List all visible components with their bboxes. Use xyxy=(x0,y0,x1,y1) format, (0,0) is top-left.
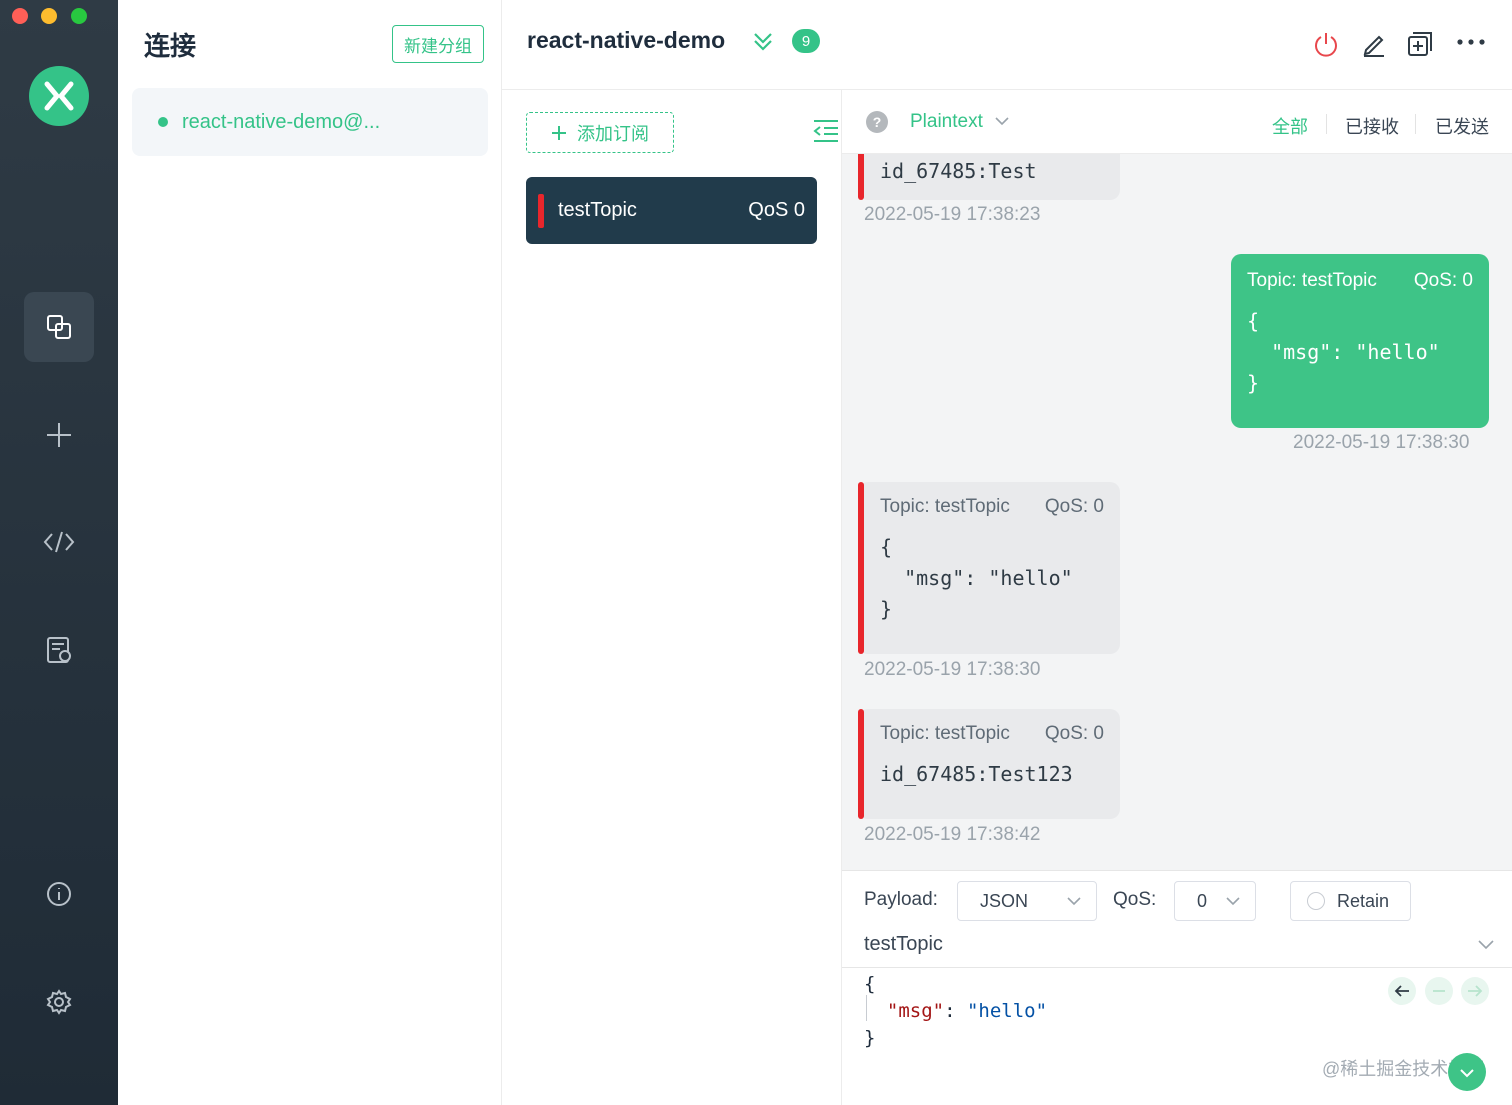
filter-received-tab[interactable]: 已接收 xyxy=(1345,113,1399,139)
message-topic: Topic: testTopic xyxy=(880,723,1010,744)
add-subscription-label: 添加订阅 xyxy=(577,123,649,144)
message-qos: QoS: 0 xyxy=(1044,496,1104,517)
arrow-right-icon xyxy=(1468,985,1483,997)
editor-key: "msg" xyxy=(886,1000,945,1022)
connection-item[interactable]: react-native-demo@... xyxy=(132,88,488,156)
log-icon xyxy=(47,637,71,663)
sidebar-item-connections[interactable] xyxy=(24,292,94,362)
arrow-left-icon xyxy=(1394,985,1409,997)
minus-icon xyxy=(1433,990,1445,992)
connection-title: react-native-demo xyxy=(527,27,726,53)
qos-value: 0 xyxy=(1197,890,1208,911)
history-forward-button[interactable] xyxy=(1461,977,1489,1005)
window-maximize-button[interactable] xyxy=(71,8,87,24)
unread-badge: 9 xyxy=(792,29,820,53)
messages-panel: id_67485:Test 2022-05-19 17:38:23 Topic:… xyxy=(842,90,1512,870)
divider xyxy=(1415,114,1416,134)
mqttx-logo-icon xyxy=(29,66,89,126)
divider xyxy=(842,967,1512,968)
payload-editor[interactable]: { "msg": "hello" } xyxy=(864,971,1047,1052)
sidebar-item-about[interactable] xyxy=(24,859,94,929)
collapse-panel-icon[interactable] xyxy=(812,118,840,144)
message-received: Topic: testTopic QoS: 0 { "msg": "hello"… xyxy=(858,482,1120,654)
message-payload: id_67485:Test123 xyxy=(880,762,1073,786)
page-title: 连接 xyxy=(144,31,197,61)
app-sidebar xyxy=(0,0,118,1105)
subscriptions-panel: 添加订阅 testTopic QoS 0 xyxy=(502,90,842,1105)
message-qos: QoS: 0 xyxy=(1044,723,1104,744)
editor-value: "hello" xyxy=(966,1000,1048,1022)
history-clear-button[interactable] xyxy=(1425,977,1453,1005)
connection-name: react-native-demo@... xyxy=(182,110,381,133)
message-payload: { "msg": "hello" } xyxy=(880,535,1073,621)
message-received: Topic: testTopic QoS: 0 id_67485:Test123 xyxy=(858,709,1120,819)
messages-toolbar: ? Plaintext 全部 已接收 已发送 xyxy=(842,90,1512,154)
new-window-icon[interactable] xyxy=(1406,30,1434,58)
sidebar-item-new-connection[interactable] xyxy=(24,400,94,470)
retain-radio-icon xyxy=(1307,892,1325,910)
payload-label: Payload: xyxy=(864,889,938,910)
message-time: 2022-05-19 17:38:30 xyxy=(1293,432,1470,453)
plus-icon xyxy=(552,125,566,140)
indent-guide xyxy=(866,995,867,1021)
editor-line: { xyxy=(864,973,876,995)
message-sent: Topic: testTopic QoS: 0 { "msg": "hello"… xyxy=(1231,254,1489,428)
sidebar-item-script[interactable] xyxy=(24,507,94,577)
add-subscription-button[interactable]: 添加订阅 xyxy=(526,112,674,153)
chevron-down-icon xyxy=(1226,897,1240,906)
status-dot xyxy=(158,117,168,127)
message-time: 2022-05-19 17:38:30 xyxy=(864,659,1041,680)
window-close-button[interactable] xyxy=(12,8,28,24)
connections-panel: 连接 新建分组 react-native-demo@... xyxy=(118,0,502,1105)
gear-icon xyxy=(46,989,72,1015)
chevron-double-down-icon[interactable] xyxy=(752,30,774,52)
plus-icon xyxy=(47,423,71,447)
message-time: 2022-05-19 17:38:23 xyxy=(864,204,1041,225)
topic-qos: QoS 0 xyxy=(748,199,805,221)
editor-line: } xyxy=(864,1027,876,1049)
publish-topic-input[interactable]: testTopic xyxy=(864,933,943,956)
connection-header: react-native-demo 9 xyxy=(502,0,1512,90)
payload-type-value: JSON xyxy=(980,890,1029,911)
qos-label: QoS: xyxy=(1113,889,1157,910)
retain-label: Retain xyxy=(1337,890,1390,911)
chevron-down-icon xyxy=(995,117,1009,126)
retain-checkbox[interactable]: Retain xyxy=(1290,881,1411,921)
more-icon[interactable] xyxy=(1456,37,1486,47)
message-time: 2022-05-19 17:38:42 xyxy=(864,824,1041,845)
payload-format-value: Plaintext xyxy=(910,111,983,132)
connections-icon xyxy=(47,315,71,339)
info-icon xyxy=(47,882,71,906)
sidebar-item-log[interactable] xyxy=(24,615,94,685)
history-back-button[interactable] xyxy=(1388,977,1416,1005)
script-icon xyxy=(43,531,75,553)
filter-all-tab[interactable]: 全部 xyxy=(1272,113,1308,139)
chevron-down-icon[interactable] xyxy=(1476,937,1496,951)
message-topic: Topic: testTopic xyxy=(880,496,1010,517)
divider xyxy=(1326,114,1327,134)
editor-colon: : xyxy=(944,1000,967,1022)
qos-select[interactable]: 0 xyxy=(1174,881,1256,921)
filter-sent-tab[interactable]: 已发送 xyxy=(1435,113,1489,139)
edit-icon[interactable] xyxy=(1360,30,1388,58)
send-button[interactable] xyxy=(1448,1053,1486,1091)
help-icon[interactable]: ? xyxy=(866,111,888,133)
topic-name: testTopic xyxy=(558,199,637,221)
chevron-down-icon xyxy=(1067,897,1081,906)
power-icon[interactable] xyxy=(1312,30,1340,58)
message-topic: Topic: testTopic xyxy=(1247,270,1377,291)
sidebar-item-settings[interactable] xyxy=(24,967,94,1037)
message-payload: { "msg": "hello" } xyxy=(1247,309,1440,395)
payload-format-select[interactable]: Plaintext xyxy=(910,111,1010,133)
message-payload: id_67485:Test xyxy=(880,159,1037,183)
payload-type-select[interactable]: JSON xyxy=(957,881,1097,921)
window-minimize-button[interactable] xyxy=(41,8,57,24)
send-icon xyxy=(1460,1069,1474,1078)
message-qos: QoS: 0 xyxy=(1413,270,1473,291)
publish-area: Payload: JSON QoS: 0 Retain testTopic { … xyxy=(842,870,1512,1105)
new-group-button[interactable]: 新建分组 xyxy=(392,25,484,63)
topic-color-bar xyxy=(538,193,544,228)
subscription-item[interactable]: testTopic QoS 0 xyxy=(526,177,817,244)
